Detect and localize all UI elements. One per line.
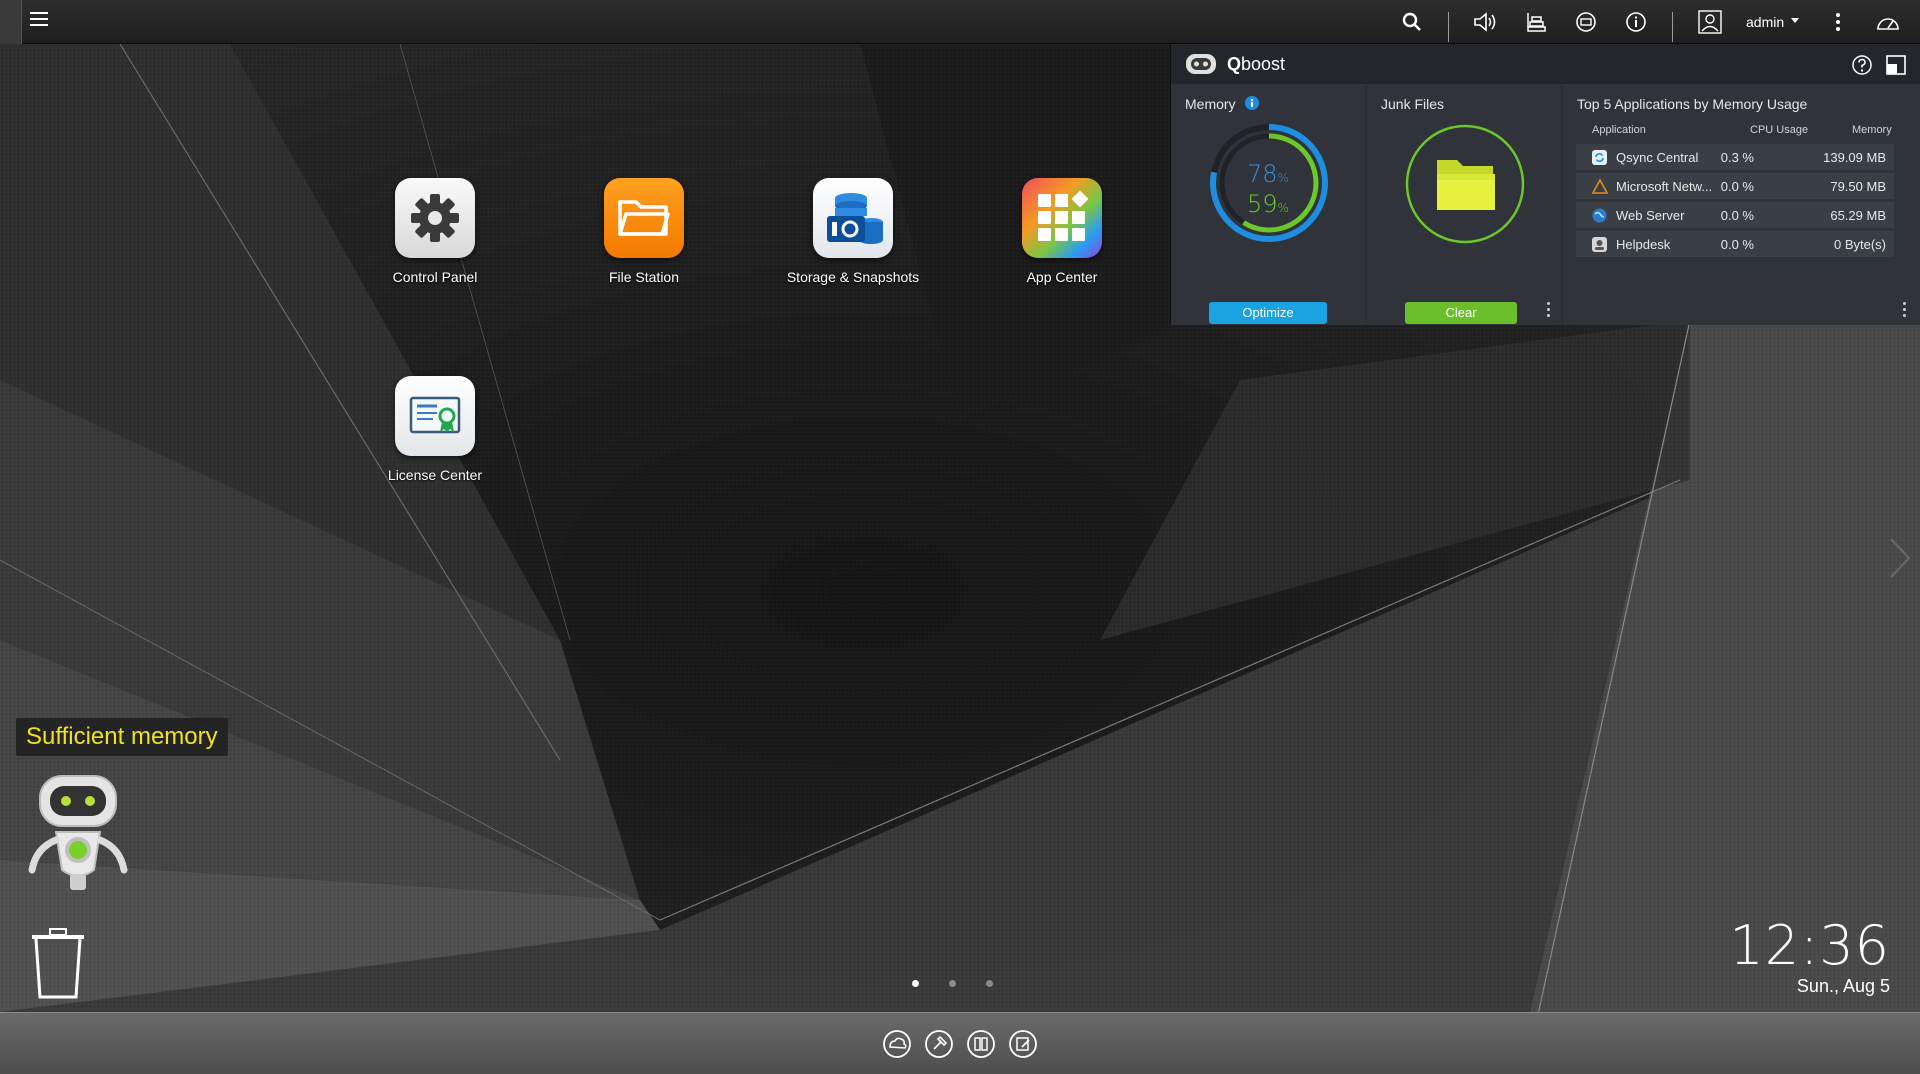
external-device-icon[interactable]	[1572, 9, 1600, 35]
app-cpu: 0.0 %	[1720, 237, 1754, 252]
next-page-arrow-icon[interactable]	[1888, 536, 1912, 580]
info-icon[interactable]	[1622, 9, 1650, 35]
more-options-icon[interactable]	[1824, 9, 1852, 35]
app-cpu: 0.3 %	[1720, 150, 1754, 165]
info-icon[interactable]	[1245, 96, 1260, 110]
help-icon[interactable]	[1851, 54, 1873, 76]
table-row[interactable]: Helpdesk 0.0 % 0 Byte(s)	[1576, 231, 1894, 257]
table-row[interactable]: Web Server 0.0 % 65.29 MB	[1576, 202, 1894, 228]
app-center-icon[interactable]	[1022, 178, 1102, 258]
side-handle[interactable]	[0, 0, 22, 44]
page-dot-2[interactable]	[949, 980, 956, 987]
documentation-icon[interactable]	[966, 1029, 996, 1059]
qsync-icon	[1592, 150, 1607, 165]
junk-files-label: Junk Files	[1381, 96, 1445, 112]
background-tasks-icon[interactable]	[1522, 9, 1550, 35]
column-header-cpu: CPU Usage	[1750, 124, 1809, 136]
junk-folder-icon	[1405, 124, 1525, 244]
more-options-icon[interactable]	[1903, 302, 1907, 318]
qboost-robot-icon	[1186, 54, 1216, 74]
app-license-center[interactable]: License Center	[335, 376, 535, 483]
app-name: Microsoft Netw...	[1616, 179, 1713, 194]
app-label: App Center	[1026, 269, 1098, 285]
app-label: License Center	[387, 467, 483, 483]
app-name: Qsync Central	[1616, 150, 1699, 165]
table-row[interactable]: Qsync Central 0.3 % 139.09 MB	[1576, 144, 1894, 170]
app-control-panel[interactable]: Control Panel	[335, 178, 535, 285]
app-memory: 139.09 MB	[1823, 150, 1886, 165]
top-bar: admin	[0, 0, 1920, 44]
more-options-icon[interactable]	[1547, 302, 1551, 318]
junk-files-panel: Junk Files Clear	[1367, 84, 1561, 325]
toolbar-divider	[1448, 12, 1449, 42]
app-memory: 0 Byte(s)	[1833, 237, 1886, 252]
memory-label: Memory	[1185, 96, 1260, 112]
app-label: Control Panel	[392, 269, 478, 285]
app-name: Web Server	[1616, 208, 1685, 223]
file-station-icon[interactable]	[604, 178, 684, 258]
web-server-icon	[1592, 208, 1607, 223]
main-menu-icon[interactable]	[30, 10, 48, 28]
page-dot-1[interactable]	[912, 980, 919, 987]
dock-widget-icon[interactable]	[1886, 55, 1906, 75]
feedback-icon[interactable]	[1008, 1029, 1038, 1059]
app-storage-snapshots[interactable]: Storage & Snapshots	[753, 178, 953, 285]
clock-date: Sun., Aug 5	[1796, 976, 1890, 996]
memory-panel: Memory 78% 59% Optimize	[1171, 84, 1365, 325]
clear-button[interactable]: Clear	[1405, 302, 1517, 324]
memory-usage-percent: 78%	[1247, 160, 1289, 188]
app-memory: 65.29 MB	[1830, 208, 1886, 223]
qboost-robot-icon[interactable]	[26, 774, 130, 894]
app-file-station[interactable]: File Station	[544, 178, 744, 285]
app-name: Helpdesk	[1616, 237, 1671, 252]
app-app-center[interactable]: App Center	[962, 178, 1162, 285]
app-cpu: 0.0 %	[1720, 208, 1754, 223]
top-apps-title: Top 5 Applications by Memory Usage	[1577, 96, 1808, 112]
search-icon[interactable]	[1398, 9, 1426, 35]
table-row[interactable]: Microsoft Netw... 0.0 % 79.50 MB	[1576, 173, 1894, 199]
optimize-button[interactable]: Optimize	[1209, 302, 1327, 324]
helpdesk-icon	[1592, 237, 1607, 252]
app-cpu: 0.0 %	[1720, 179, 1754, 194]
memory-secondary-percent: 59%	[1247, 190, 1289, 218]
memory-status-label: Sufficient memory	[16, 718, 228, 756]
page-dot-3[interactable]	[986, 980, 993, 987]
app-label: File Station	[608, 269, 680, 285]
storage-snapshots-icon[interactable]	[813, 178, 893, 258]
myqnapcloud-icon[interactable]	[882, 1029, 912, 1059]
qboost-header: Qboost	[1171, 44, 1920, 84]
chevron-down-icon[interactable]	[1791, 18, 1799, 23]
microsoft-networking-icon	[1592, 179, 1608, 194]
utility-request-icon[interactable]	[924, 1029, 954, 1059]
clock-time: 12:36	[1729, 914, 1890, 977]
app-label: Storage & Snapshots	[786, 269, 920, 285]
app-memory: 79.50 MB	[1830, 179, 1886, 194]
bottom-dock	[0, 1012, 1920, 1074]
trash-icon[interactable]	[30, 925, 90, 1001]
volume-icon[interactable]	[1472, 9, 1500, 35]
dashboard-icon[interactable]	[1874, 9, 1902, 35]
license-center-icon[interactable]	[395, 376, 475, 456]
user-menu-label[interactable]: admin	[1746, 14, 1784, 30]
column-header-application: Application	[1592, 124, 1646, 136]
column-header-memory: Memory	[1852, 124, 1892, 136]
toolbar-divider	[1672, 12, 1673, 42]
control-panel-icon[interactable]	[395, 178, 475, 258]
user-avatar-icon[interactable]	[1696, 9, 1724, 35]
qboost-title: Qboost	[1227, 54, 1286, 74]
